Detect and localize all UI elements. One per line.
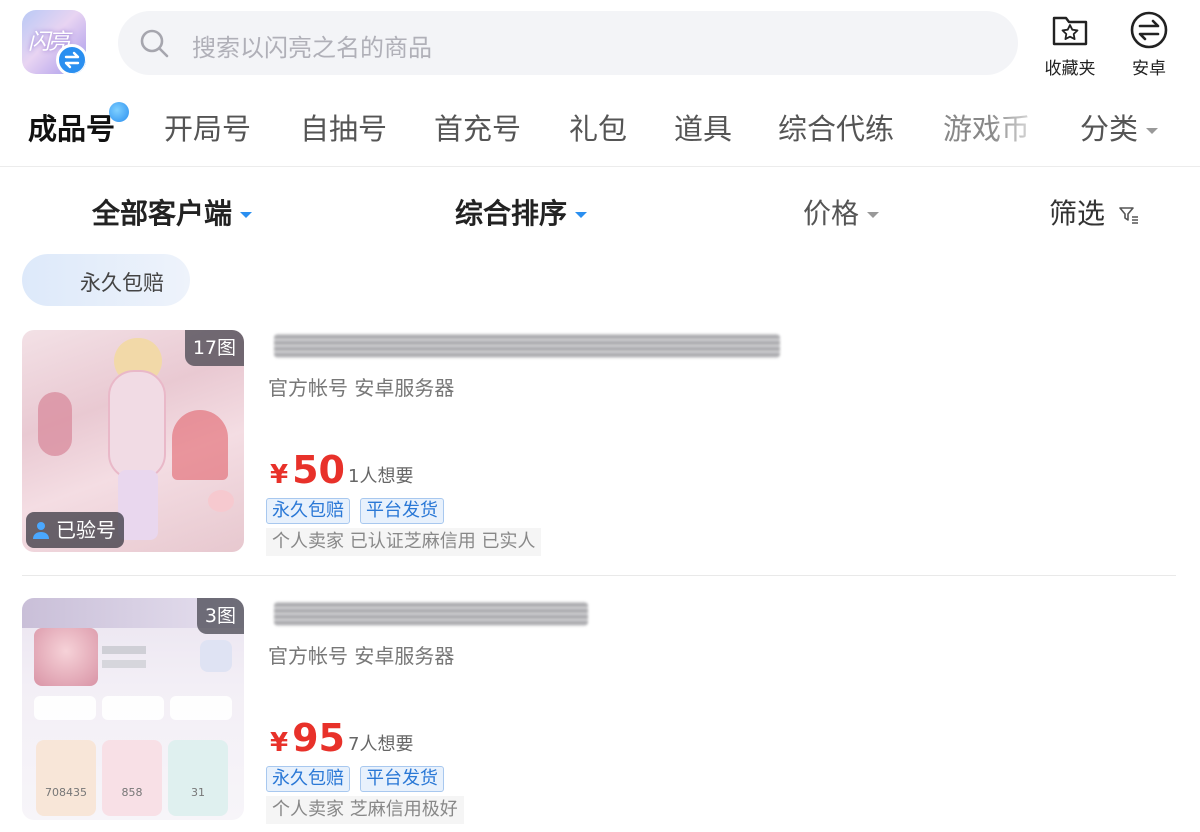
favorites-folder-icon xyxy=(1052,16,1088,46)
redacted-name-art xyxy=(102,646,146,654)
listing-thumbnail[interactable]: 708435 858 31 3图 xyxy=(22,598,244,820)
want-count: 1人想要 xyxy=(348,466,414,487)
tab-starter-account[interactable]: 开局号 xyxy=(164,106,251,148)
listing-meta: 官方帐号 安卓服务器 xyxy=(268,376,455,400)
search-icon xyxy=(140,29,169,58)
sort-filter-label: 综合排序 xyxy=(455,197,568,230)
category-dropdown-label: 分类 xyxy=(1080,112,1139,146)
seller-info: 个人卖家 芝麻信用极好 xyxy=(266,796,464,824)
tag-platform-delivery: 平台发货 xyxy=(360,498,444,524)
chair-art xyxy=(172,410,228,480)
stat-tile: 858 xyxy=(102,740,162,816)
filter-icon xyxy=(1119,207,1138,224)
want-count: 7人想要 xyxy=(348,734,414,755)
filter-bar: 全部客户端 综合排序 价格 筛选 xyxy=(0,172,1200,248)
listing-item[interactable]: 17图 已验号 官方帐号 安卓服务器 ¥50 1人想要 永久包赔 平台发货 个人… xyxy=(0,330,1200,572)
tab-boosting[interactable]: 综合代练 xyxy=(778,106,894,148)
platform-button[interactable]: 安卓 xyxy=(1113,10,1185,80)
client-filter[interactable]: 全部客户端 xyxy=(92,192,253,232)
currency-symbol: ¥ xyxy=(270,728,289,758)
tabs-fade-overlay xyxy=(990,96,1050,162)
listing-meta: 官方帐号 安卓服务器 xyxy=(268,644,455,668)
listing-price: ¥95 xyxy=(270,716,345,760)
listing-title-redacted xyxy=(274,602,588,626)
avatar-art xyxy=(34,628,98,686)
redacted-id-art xyxy=(102,660,146,668)
switch-icon xyxy=(56,44,86,74)
favorites-label: 收藏夹 xyxy=(1044,59,1096,79)
category-dropdown[interactable]: 分类 xyxy=(1080,106,1159,148)
chevron-down-icon xyxy=(240,212,253,218)
listing-price: ¥50 xyxy=(270,448,345,492)
tab-self-draw-account[interactable]: 自抽号 xyxy=(300,106,387,148)
tag-permanent-compensation: 永久包赔 xyxy=(266,498,350,524)
stat-value: 858 xyxy=(121,786,143,799)
top-bar: 闪亮 搜索以闪亮之名的商品 收藏夹 安卓 xyxy=(0,0,1200,92)
tab-first-charge-account[interactable]: 首充号 xyxy=(434,106,521,148)
listing-thumbnail[interactable]: 17图 已验号 xyxy=(22,330,244,552)
menu-tile-art xyxy=(200,640,232,672)
screen-filter[interactable]: 筛选 xyxy=(1049,192,1140,232)
screen-filter-label: 筛选 xyxy=(1049,197,1106,230)
teddy-bear-art xyxy=(38,392,72,456)
image-count-badge: 17图 xyxy=(184,330,244,366)
stat-value: 708435 xyxy=(45,786,87,799)
category-tabs: 成品号 开局号 自抽号 首充号 礼包 道具 综合代练 游戏币 分类 xyxy=(0,96,1200,162)
listing-title-redacted xyxy=(274,334,780,358)
tab-gift-pack[interactable]: 礼包 xyxy=(569,106,627,148)
swap-circle-icon xyxy=(1130,11,1168,49)
platform-label: 安卓 xyxy=(1132,59,1166,79)
tab-finished-account[interactable]: 成品号 xyxy=(28,102,130,148)
stat-tile: 31 xyxy=(168,740,228,816)
verified-label: 已验号 xyxy=(56,518,116,542)
chevron-down-icon xyxy=(1146,128,1159,134)
stat-card-art xyxy=(34,696,96,720)
tag-platform-delivery: 平台发货 xyxy=(360,766,444,792)
price-value: 95 xyxy=(292,716,345,760)
tab-items[interactable]: 道具 xyxy=(674,106,732,148)
seller-info: 个人卖家 已认证芝麻信用 已实人 xyxy=(266,528,542,556)
chevron-down-icon xyxy=(867,212,880,218)
client-filter-label: 全部客户端 xyxy=(92,197,233,230)
price-filter-label: 价格 xyxy=(803,197,860,230)
favorites-button[interactable]: 收藏夹 xyxy=(1034,10,1106,80)
price-filter[interactable]: 价格 xyxy=(803,192,880,232)
listing-divider xyxy=(22,575,1176,576)
verified-badge: 已验号 xyxy=(26,512,124,548)
tabs-divider xyxy=(0,166,1200,167)
image-count-badge: 3图 xyxy=(196,598,244,634)
character-legs-art xyxy=(118,470,158,540)
sort-filter[interactable]: 综合排序 xyxy=(455,192,588,232)
tag-permanent-compensation: 永久包赔 xyxy=(266,766,350,792)
heart-prop-art xyxy=(208,490,234,512)
search-input[interactable]: 搜索以闪亮之名的商品 xyxy=(118,11,1018,75)
user-icon xyxy=(33,522,49,539)
stat-card-art xyxy=(170,696,232,720)
notification-dot xyxy=(109,102,130,122)
stat-value: 31 xyxy=(191,786,205,799)
search-placeholder: 搜索以闪亮之名的商品 xyxy=(192,34,432,62)
chip-label: 永久包赔 xyxy=(80,271,164,295)
listing-item[interactable]: 708435 858 31 3图 官方帐号 安卓服务器 ¥95 7人想要 永久包… xyxy=(0,598,1200,832)
stat-tile: 708435 xyxy=(36,740,96,816)
app-logo[interactable]: 闪亮 xyxy=(22,10,86,74)
currency-symbol: ¥ xyxy=(270,460,289,490)
character-dress-art xyxy=(108,370,166,480)
price-value: 50 xyxy=(292,448,345,492)
stat-card-art xyxy=(102,696,164,720)
permanent-compensation-chip[interactable]: 永久包赔 xyxy=(22,254,190,306)
chevron-down-icon xyxy=(575,212,588,218)
tab-label: 成品号 xyxy=(28,112,116,146)
